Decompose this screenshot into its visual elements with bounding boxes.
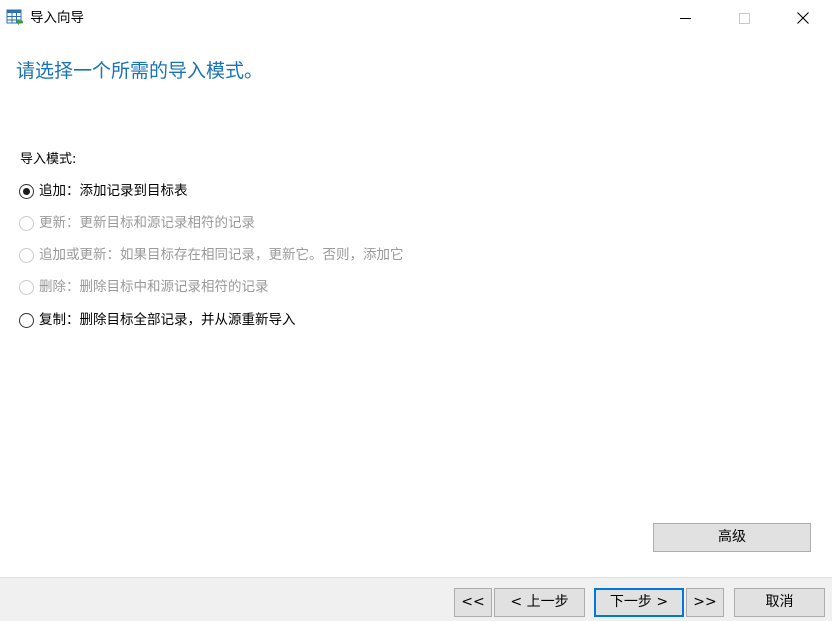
radio-unchecked-icon [19, 279, 34, 295]
import-wizard-window: 导入向导 请选择一个所需的导入模式。 导入模式: 追加：添加记录到目标表 更新：… [0, 0, 832, 621]
window-title: 导入向导 [30, 10, 84, 26]
first-step-button[interactable]: << [454, 588, 492, 617]
radio-update-label: 更新：更新目标和源记录相符的记录 [39, 215, 255, 231]
import-mode-label: 导入模式: [20, 152, 77, 167]
radio-checked-icon [19, 183, 34, 199]
radio-delete[interactable]: 删除：删除目标中和源记录相符的记录 [19, 277, 269, 297]
maximize-icon [738, 12, 750, 24]
radio-append[interactable]: 追加：添加记录到目标表 [19, 181, 188, 201]
radio-unchecked-icon [19, 247, 34, 263]
page-heading: 请选择一个所需的导入模式。 [16, 60, 264, 82]
radio-copy[interactable]: 复制：删除目标全部记录，并从源重新导入 [19, 310, 296, 330]
title-bar[interactable]: 导入向导 [0, 0, 832, 36]
radio-append-or-update-label: 追加或更新：如果目标存在相同记录，更新它。否则，添加它 [39, 247, 404, 263]
radio-unchecked-icon [19, 215, 34, 231]
close-icon [797, 12, 809, 24]
previous-step-button[interactable]: < 上一步 [494, 588, 585, 617]
last-step-button[interactable]: >> [686, 588, 724, 617]
radio-copy-label: 复制：删除目标全部记录，并从源重新导入 [39, 312, 296, 328]
radio-delete-label: 删除：删除目标中和源记录相符的记录 [39, 279, 269, 295]
radio-update[interactable]: 更新：更新目标和源记录相符的记录 [19, 213, 255, 233]
table-import-icon [6, 9, 23, 25]
maximize-button[interactable] [721, 0, 767, 36]
close-button[interactable] [780, 0, 826, 36]
advanced-button[interactable]: 高级 [653, 523, 811, 552]
radio-unchecked-icon [19, 312, 34, 328]
cancel-button[interactable]: 取消 [734, 588, 825, 617]
radio-append-label: 追加：添加记录到目标表 [39, 183, 188, 199]
minimize-button[interactable] [662, 0, 708, 36]
radio-append-or-update[interactable]: 追加或更新：如果目标存在相同记录，更新它。否则，添加它 [19, 245, 404, 265]
next-step-button[interactable]: 下一步 > [594, 588, 684, 617]
minimize-icon [679, 17, 691, 19]
